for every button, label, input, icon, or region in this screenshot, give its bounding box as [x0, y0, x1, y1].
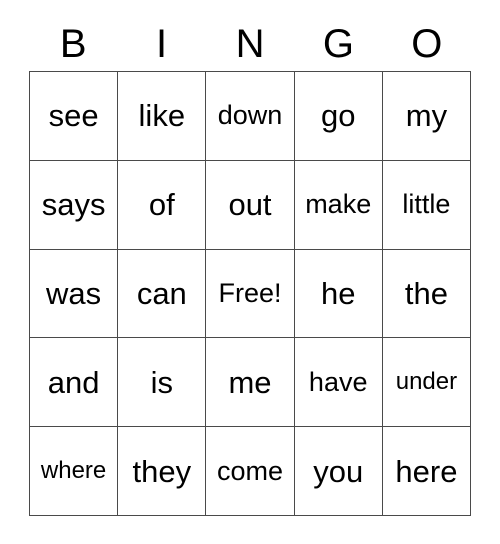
- header-letter-o: O: [411, 22, 443, 66]
- bingo-cell-label: where: [40, 457, 107, 485]
- bingo-cell-label: go: [320, 98, 356, 134]
- bingo-cell-label: make: [305, 189, 372, 220]
- bingo-cell-label: and: [47, 364, 100, 400]
- bingo-header: B I N G O: [29, 18, 471, 70]
- bingo-grid: see like down go my says of out make lit…: [29, 71, 472, 516]
- bingo-cell-g5[interactable]: you: [294, 427, 383, 516]
- bingo-cell-i2[interactable]: of: [118, 160, 207, 250]
- bingo-cell-i4[interactable]: is: [118, 338, 207, 428]
- bingo-cell-label: out: [228, 187, 272, 223]
- bingo-card: B I N G O see like down go my says of ou…: [0, 0, 500, 544]
- bingo-cell-o3[interactable]: the: [382, 249, 472, 339]
- bingo-cell-free-space[interactable]: Free!: [206, 249, 295, 339]
- header-letter-b: B: [59, 22, 87, 66]
- bingo-cell-b3[interactable]: was: [30, 249, 119, 339]
- bingo-cell-label: says: [41, 187, 106, 223]
- header-letter-g: G: [322, 22, 354, 66]
- bingo-cell-label: little: [402, 189, 451, 220]
- bingo-cell-label: you: [313, 453, 364, 489]
- bingo-row: and is me have under: [30, 338, 472, 428]
- bingo-cell-o1[interactable]: my: [382, 72, 472, 161]
- bingo-cell-label: is: [150, 364, 173, 400]
- bingo-cell-o4[interactable]: under: [382, 338, 472, 428]
- header-letter-i: I: [156, 22, 168, 66]
- bingo-cell-n5[interactable]: come: [206, 427, 295, 516]
- bingo-cell-b4[interactable]: and: [30, 338, 119, 428]
- bingo-cell-label: come: [216, 455, 284, 486]
- bingo-cell-label: my: [405, 98, 448, 134]
- bingo-cell-i3[interactable]: can: [118, 249, 207, 339]
- bingo-cell-n4[interactable]: me: [206, 338, 295, 428]
- bingo-cell-i1[interactable]: like: [118, 72, 207, 161]
- bingo-row: see like down go my: [30, 72, 472, 161]
- bingo-cell-o2[interactable]: little: [382, 160, 472, 250]
- bingo-cell-label: under: [395, 368, 458, 396]
- bingo-cell-g1[interactable]: go: [294, 72, 383, 161]
- bingo-cell-g3[interactable]: he: [294, 249, 383, 339]
- bingo-cell-label: like: [138, 98, 186, 134]
- bingo-row: where they come you here: [30, 427, 472, 516]
- bingo-cell-label: of: [148, 187, 175, 223]
- header-letter-n: N: [235, 22, 265, 66]
- bingo-cell-label: he: [320, 275, 356, 311]
- bingo-row: was can Free! he the: [30, 249, 472, 339]
- free-space-label: Free!: [218, 277, 282, 308]
- bingo-cell-n1[interactable]: down: [206, 72, 295, 161]
- bingo-cell-n2[interactable]: out: [206, 160, 295, 250]
- bingo-cell-label: the: [404, 275, 448, 311]
- bingo-cell-label: was: [46, 275, 102, 311]
- bingo-cell-i5[interactable]: they: [118, 427, 207, 516]
- bingo-cell-g2[interactable]: make: [294, 160, 383, 250]
- bingo-cell-g4[interactable]: have: [294, 338, 383, 428]
- bingo-cell-label: they: [132, 453, 192, 489]
- bingo-cell-label: can: [136, 275, 187, 311]
- bingo-cell-b5[interactable]: where: [30, 427, 119, 516]
- bingo-cell-label: see: [48, 98, 99, 134]
- bingo-cell-label: here: [395, 453, 458, 489]
- bingo-cell-label: have: [308, 366, 368, 397]
- bingo-cell-o5[interactable]: here: [382, 427, 472, 516]
- bingo-row: says of out make little: [30, 160, 472, 250]
- bingo-cell-label: down: [217, 100, 283, 131]
- bingo-cell-b2[interactable]: says: [30, 160, 119, 250]
- bingo-cell-label: me: [228, 364, 272, 400]
- bingo-cell-b1[interactable]: see: [30, 72, 119, 161]
